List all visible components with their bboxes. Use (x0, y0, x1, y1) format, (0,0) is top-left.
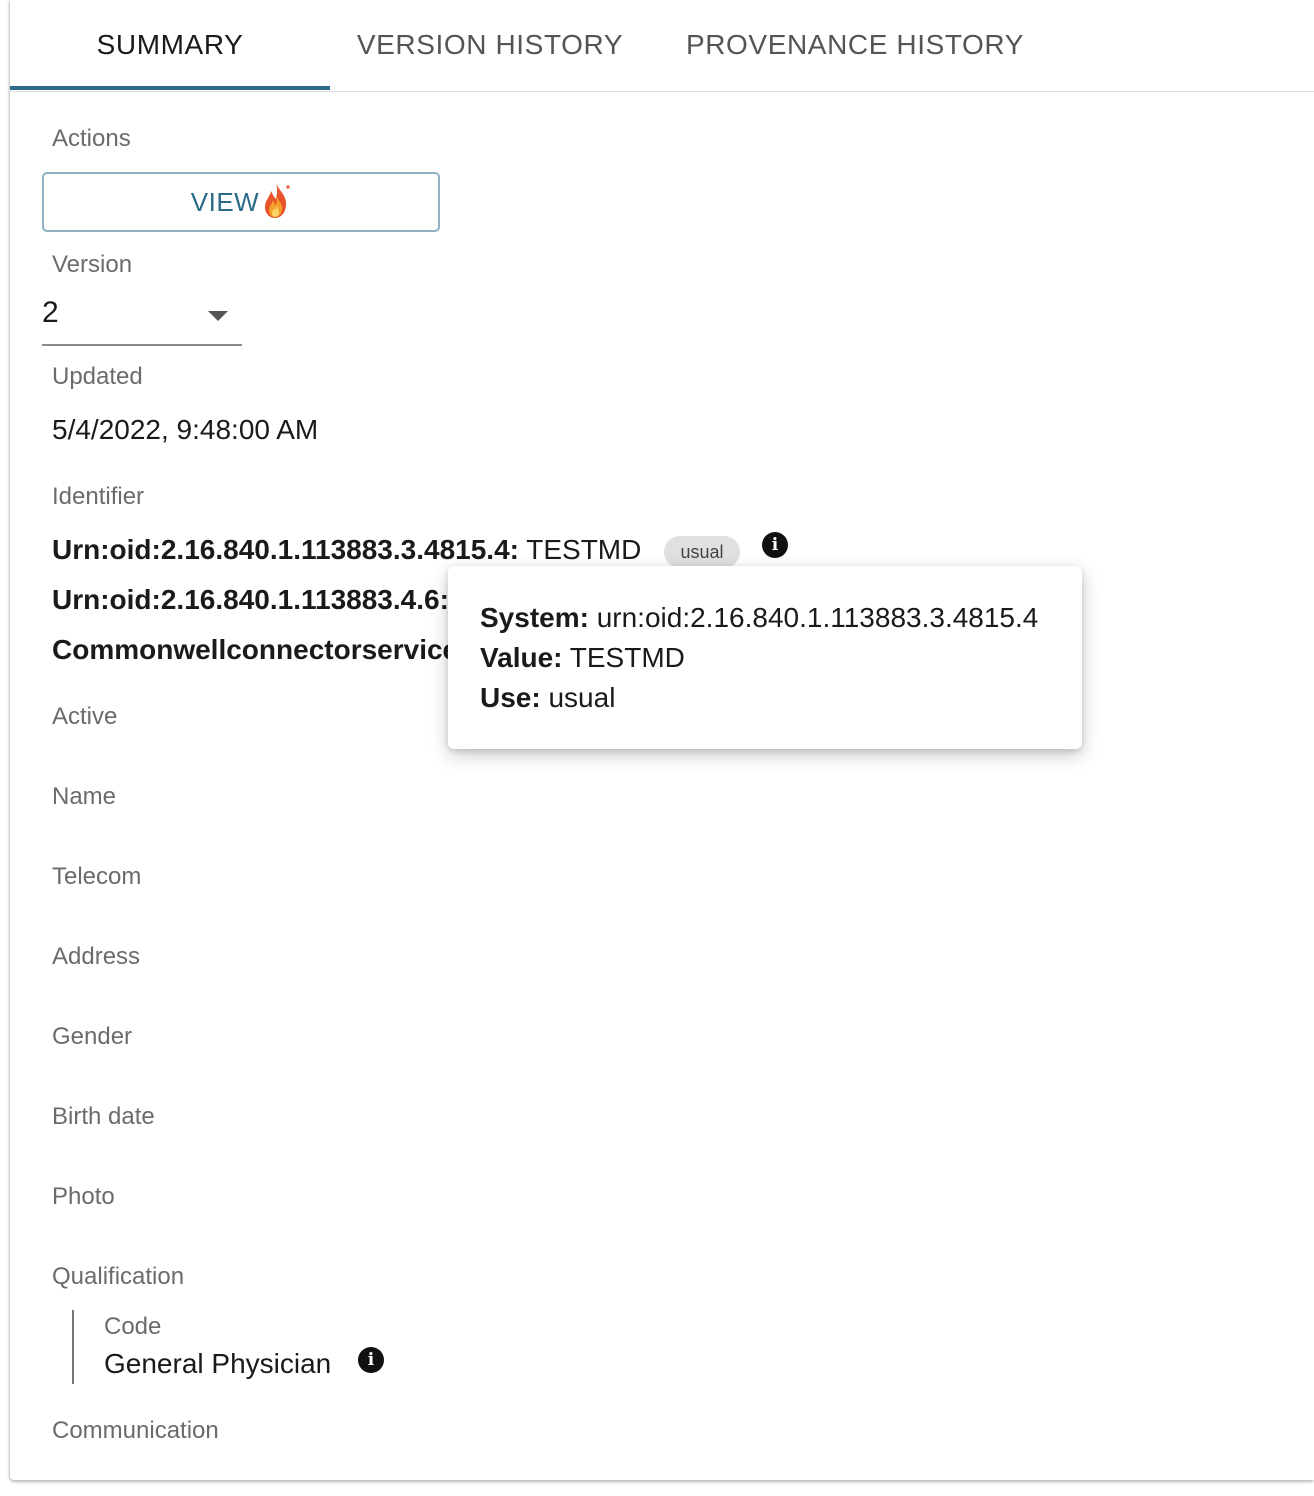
view-button-label: VIEW (190, 186, 260, 217)
tab-summary[interactable]: SUMMARY (10, 0, 330, 90)
fhir-flame-icon (265, 183, 290, 218)
communication-label: Communication (52, 1417, 219, 1444)
qualification-code-value: General Physician (104, 1348, 332, 1379)
version-label: Version (52, 251, 133, 278)
identifier-row: Commonwellconnectorservice (52, 634, 458, 666)
tooltip-value-value: TESTMD (562, 642, 685, 673)
address-label: Address (52, 943, 141, 970)
tooltip-value: Value: TESTMD (480, 642, 685, 674)
telecom-label: Telecom (52, 863, 142, 890)
gender-label: Gender (52, 1023, 133, 1050)
active-label: Active (52, 703, 118, 730)
info-icon[interactable]: i (358, 1347, 384, 1373)
resource-detail-card: SUMMARY VERSION HISTORY PROVENANCE HISTO… (10, 0, 1314, 1480)
actions-label: Actions (52, 125, 131, 152)
updated-value: 5/4/2022, 9:48:00 AM (52, 414, 319, 445)
photo-label: Photo (52, 1183, 115, 1210)
chevron-down-icon (208, 311, 228, 321)
tab-provenance-history[interactable]: PROVENANCE HISTORY (665, 0, 1045, 90)
birth-date-label: Birth date (52, 1103, 155, 1130)
identifier-row: Urn:oid:2.16.840.1.113883.4.6: (52, 584, 449, 616)
identifier-value: TESTMD (518, 534, 642, 565)
tooltip-system-value: urn:oid:2.16.840.1.113883.3.4815.4 (588, 602, 1039, 633)
identifier-tooltip: System: urn:oid:2.16.840.1.113883.3.4815… (448, 566, 1082, 749)
tooltip-use: Use: usual (480, 682, 615, 714)
tooltip-use-value: usual (540, 682, 616, 713)
name-label: Name (52, 783, 117, 810)
tooltip-system-label: System: (480, 602, 589, 633)
view-button[interactable]: VIEW (42, 172, 440, 232)
qualification-code-label: Code (104, 1313, 162, 1340)
qualification-divider (72, 1310, 74, 1384)
active-tab-indicator (10, 86, 330, 90)
qualification-label: Qualification (52, 1263, 185, 1290)
identifier-use-badge: usual (664, 536, 740, 568)
identifier-system: Commonwellconnectorservice (52, 634, 459, 665)
info-icon[interactable]: i (762, 532, 788, 558)
tab-version-history[interactable]: VERSION HISTORY (345, 0, 635, 90)
identifier-row: Urn:oid:2.16.840.1.113883.3.4815.4: TEST… (52, 534, 641, 566)
tab-bar: SUMMARY VERSION HISTORY PROVENANCE HISTO… (10, 0, 1314, 92)
identifier-system: Urn:oid:2.16.840.1.113883.4.6: (52, 584, 449, 615)
version-select[interactable]: 2 (42, 290, 242, 346)
tooltip-system: System: urn:oid:2.16.840.1.113883.3.4815… (480, 602, 1038, 634)
tooltip-use-label: Use: (480, 682, 541, 713)
updated-label: Updated (52, 363, 143, 390)
identifier-label: Identifier (52, 483, 145, 510)
tooltip-value-label: Value: (480, 642, 563, 673)
version-select-value: 2 (42, 296, 59, 329)
identifier-system: Urn:oid:2.16.840.1.113883.3.4815.4: (52, 534, 519, 565)
